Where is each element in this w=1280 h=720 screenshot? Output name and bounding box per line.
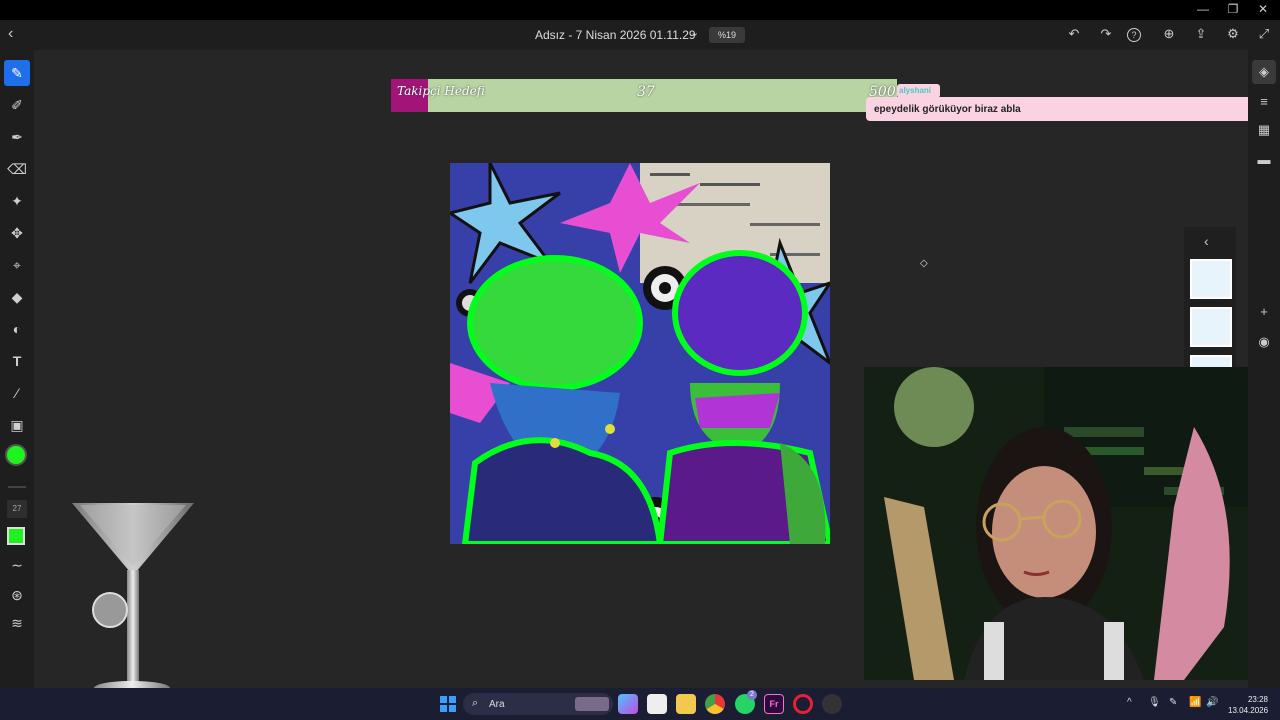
move-tool-icon[interactable]: ✥ — [4, 220, 30, 246]
pen-icon[interactable]: ✎ — [1169, 697, 1177, 708]
taskbar-clock[interactable]: 23:28 13.04.2026 — [1228, 694, 1268, 716]
close-button[interactable]: ✕ — [1248, 2, 1278, 16]
settings-icon[interactable]: ⚙ — [1223, 26, 1243, 42]
search-highlight-image — [575, 697, 609, 711]
account-icon[interactable]: ⊕ — [1159, 26, 1179, 42]
cursor-marker: ◇ — [920, 258, 928, 269]
whatsapp-icon[interactable]: 2 — [735, 690, 757, 714]
chat-username: alyshani — [897, 84, 940, 98]
text-tool-icon[interactable]: T — [4, 348, 30, 374]
document-title[interactable]: Adsız - 7 Nisan 2026 01.11.29 — [535, 28, 696, 42]
right-toolbar: ◈ ≡ ▦ ▬ + ◉ — [1248, 50, 1280, 688]
eyedropper-tool-icon[interactable]: ⁄ — [4, 380, 30, 406]
layers-panel: ‹ — [1184, 227, 1236, 369]
zoom-level[interactable]: %19 — [709, 27, 745, 43]
share-icon[interactable]: ⇪ — [1191, 26, 1211, 42]
redo-icon[interactable]: ↷ — [1096, 26, 1116, 42]
left-toolbar: ✎ ✐ ✒ ⌫ ✦ ✥ ⌖ ◆ ◐ T ⁄ ▣ 27 ∼ ⊛ ≋ — [0, 50, 34, 688]
pixel-brush-tool-icon[interactable]: ✎ — [4, 60, 30, 86]
color-picker-circle[interactable] — [5, 444, 27, 466]
brush-size-value[interactable]: 27 — [7, 500, 27, 518]
layer-thumbnail[interactable] — [1190, 259, 1232, 299]
search-icon: ⌕ — [472, 697, 479, 709]
divider — [8, 486, 26, 488]
start-button[interactable] — [440, 696, 456, 712]
minimize-button[interactable]: — — [1188, 2, 1218, 16]
wifi-icon[interactable]: 📶 — [1189, 697, 1201, 708]
tray-overflow-icon[interactable]: ^ — [1127, 697, 1132, 708]
brush-handle-circle — [92, 592, 128, 628]
eraser-tool-icon[interactable]: ⌫ — [4, 156, 30, 182]
time: 23:28 — [1247, 695, 1268, 704]
shape-tool-icon[interactable]: ◐ — [4, 316, 30, 342]
app-header: ‹ Adsız - 7 Nisan 2026 01.11.29 ⌄ %19 ↶ … — [0, 20, 1280, 50]
store-icon[interactable] — [647, 694, 667, 714]
primary-color-swatch[interactable] — [7, 527, 25, 545]
visibility-icon[interactable]: ◉ — [1252, 330, 1276, 354]
martini-glass-overlay — [72, 503, 194, 695]
help-icon[interactable]: ? — [1127, 28, 1141, 42]
search-placeholder: Ara — [489, 699, 505, 710]
webcam-overlay — [864, 367, 1248, 680]
obs-icon[interactable] — [822, 694, 842, 714]
chevron-left-icon[interactable]: ‹ — [1204, 233, 1209, 249]
stabilizer-icon[interactable]: ≋ — [4, 610, 30, 636]
fresco-icon[interactable]: Fr — [764, 694, 784, 714]
lasso-tool-icon[interactable]: ⌖ — [4, 252, 30, 278]
layers-icon[interactable]: ◈ — [1252, 60, 1276, 84]
grid-icon[interactable]: ▦ — [1252, 118, 1276, 142]
add-layer-icon[interactable]: + — [1252, 300, 1276, 324]
follower-goal-bar: Takipçi Hedefi 37 500 — [391, 79, 897, 112]
brush-settings-icon[interactable]: ⊛ — [4, 582, 30, 608]
goal-current: 37 — [637, 84, 655, 100]
comment-icon[interactable]: ▬ — [1252, 148, 1276, 172]
fill-tool-icon[interactable]: ◆ — [4, 284, 30, 310]
canvas-artwork[interactable] — [450, 163, 830, 544]
windows-taskbar: ⌕ Ara 2 Fr ^ 🎙 ✎ 📶 🔊 23:28 13.04.2026 — [0, 688, 1280, 720]
copilot-icon[interactable] — [618, 694, 638, 714]
volume-icon[interactable]: 🔊 — [1206, 697, 1218, 708]
back-icon[interactable]: ‹ — [8, 25, 13, 43]
chrome-icon[interactable] — [705, 694, 725, 714]
brush-stroke-icon[interactable]: ∼ — [4, 552, 30, 578]
date: 13.04.2026 — [1228, 706, 1269, 715]
live-brush-tool-icon[interactable]: ✐ — [4, 92, 30, 118]
restore-button[interactable]: ❐ — [1218, 2, 1248, 16]
layer-thumbnail[interactable] — [1190, 307, 1232, 347]
properties-icon[interactable]: ≡ — [1252, 90, 1276, 114]
fullscreen-icon[interactable]: ⤢ — [1254, 26, 1274, 42]
chevron-down-icon[interactable]: ⌄ — [690, 26, 699, 39]
chat-message-text: epeydelik görüküyor biraz abla — [874, 104, 1021, 115]
vector-brush-tool-icon[interactable]: ✒ — [4, 124, 30, 150]
image-tool-icon[interactable]: ▣ — [4, 412, 30, 438]
opera-icon[interactable] — [793, 694, 813, 714]
window-titlebar: — ❐ ✕ — [0, 0, 1280, 20]
goal-label: Takipçi Hedefi — [397, 84, 485, 98]
notification-badge: 2 — [747, 690, 757, 700]
taskbar-search[interactable]: ⌕ — [463, 693, 613, 715]
undo-icon[interactable]: ↶ — [1064, 26, 1084, 42]
microphone-icon[interactable]: 🎙 — [1148, 697, 1161, 708]
file-explorer-icon[interactable] — [676, 694, 696, 714]
smudge-tool-icon[interactable]: ✦ — [4, 188, 30, 214]
